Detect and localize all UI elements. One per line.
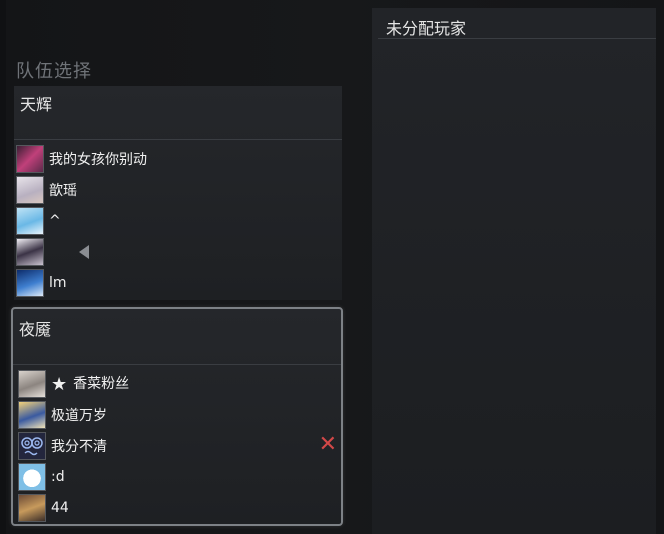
player-row[interactable]: 极道万岁 — [18, 399, 341, 430]
window-edge — [0, 0, 6, 534]
team-name: 天辉 — [20, 95, 53, 114]
player-name: 我分不清 — [51, 438, 107, 455]
team-name: 夜魇 — [19, 320, 52, 339]
avatar — [18, 431, 46, 460]
section-title: 队伍选择 — [16, 61, 92, 82]
player-name: 极道万岁 — [51, 407, 107, 424]
player-row[interactable]: ^ — [16, 205, 342, 236]
avatar — [16, 175, 44, 204]
divider — [13, 364, 341, 365]
avatar — [16, 144, 44, 173]
team-select-screen: 队伍选择 天辉 我的女孩你别动 歆瑶 ^ lm 夜魇 ★ 香菜粉丝 极道万岁 我… — [0, 0, 664, 534]
divider — [14, 139, 342, 140]
player-name: 歆瑶 — [49, 182, 77, 199]
player-name: lm — [49, 274, 67, 291]
team-dire[interactable]: 夜魇 ★ 香菜粉丝 极道万岁 我分不清 ✕:d 44 — [11, 307, 343, 526]
avatar — [16, 206, 44, 235]
player-row[interactable]: 44 — [18, 492, 341, 523]
player-name: 我的女孩你别动 — [49, 151, 147, 168]
player-list: ★ 香菜粉丝 极道万岁 我分不清 ✕:d 44 — [18, 368, 341, 523]
panel-title: 未分配玩家 — [386, 19, 467, 38]
player-name: 44 — [51, 499, 69, 516]
avatar — [18, 493, 46, 522]
triangle-icon — [79, 244, 89, 259]
avatar — [18, 400, 46, 429]
avatar — [18, 369, 46, 398]
player-row[interactable]: ★ 香菜粉丝 — [18, 368, 341, 399]
player-row[interactable]: 我分不清 ✕ — [18, 430, 341, 461]
avatar — [16, 268, 44, 297]
divider — [378, 38, 656, 39]
player-name: ^ — [49, 212, 61, 229]
swirl-eyes-icon — [21, 436, 43, 455]
unassigned-players-panel[interactable]: 未分配玩家 — [372, 8, 656, 534]
player-row[interactable]: lm — [16, 267, 342, 298]
player-name: ★ 香菜粉丝 — [51, 373, 130, 395]
avatar — [16, 237, 44, 266]
star-icon: ★ — [51, 373, 68, 395]
player-row[interactable]: 歆瑶 — [16, 174, 342, 205]
kick-player-close-icon[interactable]: ✕ — [319, 434, 337, 456]
player-name: :d — [51, 468, 65, 485]
team-radiant[interactable]: 天辉 我的女孩你别动 歆瑶 ^ lm — [14, 86, 342, 300]
player-row[interactable]: 我的女孩你别动 — [16, 143, 342, 174]
player-row[interactable]: :d — [18, 461, 341, 492]
player-list: 我的女孩你别动 歆瑶 ^ lm — [16, 143, 342, 298]
avatar — [18, 462, 46, 491]
player-row[interactable] — [16, 236, 342, 267]
